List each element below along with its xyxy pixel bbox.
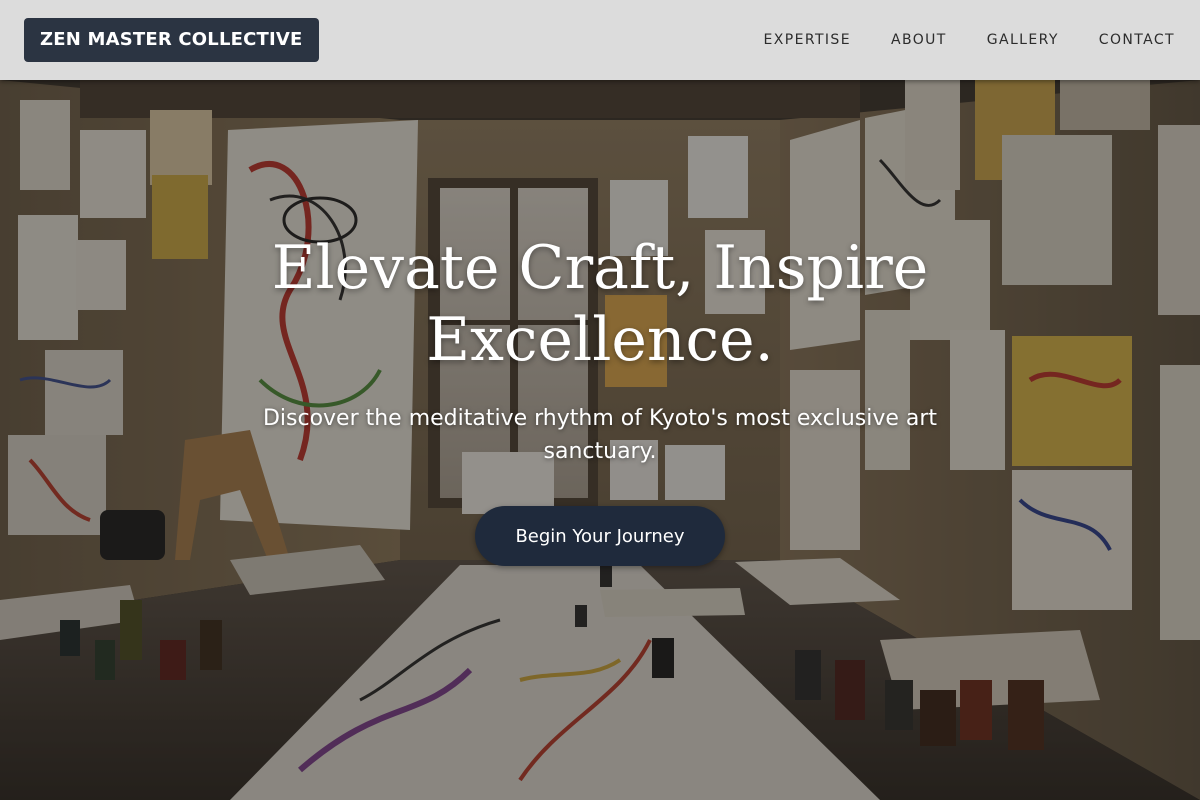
nav-expertise[interactable]: EXPERTISE [764, 32, 851, 48]
hero-subheadline: Discover the meditative rhythm of Kyoto'… [262, 406, 938, 464]
nav-gallery[interactable]: GALLERY [987, 32, 1059, 48]
hero-headline: Elevate Craft, Inspire Excellence. [271, 233, 929, 375]
nav-about[interactable]: ABOUT [891, 32, 947, 48]
begin-journey-button[interactable]: Begin Your Journey [475, 506, 725, 566]
hero-section: Elevate Craft, Inspire Excellence. Disco… [0, 80, 1200, 800]
site-header: ZEN MASTER COLLECTIVE EXPERTISE ABOUT GA… [0, 0, 1200, 80]
logo[interactable]: ZEN MASTER COLLECTIVE [24, 18, 319, 62]
main-nav: EXPERTISE ABOUT GALLERY CONTACT [764, 0, 1175, 80]
nav-contact[interactable]: CONTACT [1099, 32, 1175, 48]
landing-page: ZEN MASTER COLLECTIVE EXPERTISE ABOUT GA… [0, 0, 1200, 800]
